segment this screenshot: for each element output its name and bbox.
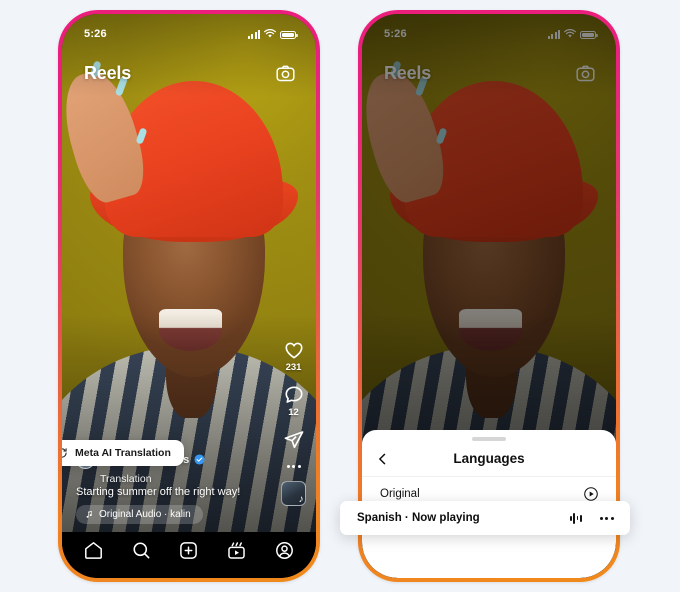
more-horizontal-icon[interactable]	[286, 465, 301, 468]
photo-face	[422, 169, 566, 377]
wifi-icon	[264, 29, 276, 38]
screenshot-stage: 5:26 Reels 231 12 ♪ Translation Starting…	[0, 0, 680, 592]
photo-hat-brim	[389, 179, 599, 242]
action-rail-left: 231 12 ♪	[281, 339, 306, 506]
home-icon	[85, 542, 103, 559]
status-bar-left: 5:26	[62, 14, 316, 48]
nav-home-button[interactable]	[83, 540, 104, 566]
reels-top-bar-right: Reels	[362, 58, 616, 88]
comment-button[interactable]: 12	[283, 384, 305, 418]
nav-search-button[interactable]	[131, 540, 152, 566]
status-indicators	[547, 29, 598, 39]
comment-count: 12	[288, 407, 299, 418]
plus-square-icon	[180, 542, 198, 559]
status-time: 5:26	[384, 28, 407, 40]
play-circle-icon[interactable]	[583, 486, 599, 502]
wifi-icon	[564, 29, 576, 38]
verified-badge-icon	[194, 454, 205, 465]
page-title: Reels	[384, 62, 432, 83]
cellular-bars-icon	[547, 30, 560, 39]
audio-label: Original Audio · kalin	[99, 509, 191, 520]
photo-hat-brim	[89, 179, 299, 242]
paper-plane-icon	[284, 431, 303, 449]
music-note-glyph: ♪	[298, 493, 304, 505]
camera-icon[interactable]	[575, 63, 596, 84]
audio-attribution-pill[interactable]: Original Audio · kalin	[76, 505, 203, 524]
photo-bucket-hat	[105, 81, 283, 237]
audio-equalizer-icon	[569, 512, 582, 524]
like-count: 231	[285, 362, 302, 373]
sheet-header: Languages	[362, 441, 616, 477]
battery-icon	[280, 30, 298, 39]
reels-top-bar-left: Reels	[62, 58, 316, 88]
profile-circle-icon	[275, 542, 293, 559]
photo-smile	[158, 309, 223, 351]
bottom-nav-left	[62, 532, 316, 578]
caption-text: Starting summer off the right way!	[76, 486, 241, 498]
translation-label: Translation	[100, 473, 152, 485]
chevron-left-icon	[379, 453, 386, 464]
music-note-icon	[86, 511, 92, 518]
photo-face	[122, 169, 266, 377]
sheet-title: Languages	[453, 451, 525, 466]
meta-ai-translation-tooltip[interactable]: Meta AI Translation	[62, 440, 184, 466]
photo-neck	[466, 314, 517, 419]
heart-icon	[284, 342, 303, 359]
language-row-spanish-selected[interactable]: Spanish · Now playing	[340, 501, 630, 535]
phone-right: 5:26 Reels Languages Original	[358, 10, 620, 582]
nav-reels-button[interactable]	[226, 540, 247, 566]
phone-right-screen: 5:26 Reels Languages Original	[362, 14, 616, 578]
page-title: Reels	[84, 62, 132, 83]
photo-nail	[135, 127, 148, 145]
photo-bucket-hat	[405, 81, 583, 237]
share-button[interactable]	[283, 429, 305, 451]
nav-profile-button[interactable]	[274, 540, 295, 566]
status-time: 5:26	[84, 28, 107, 40]
comment-bubble-icon	[284, 386, 303, 403]
phone-left: 5:26 Reels 231 12 ♪ Translation Starting…	[58, 10, 320, 582]
tooltip-label: Meta AI Translation	[75, 447, 171, 459]
back-button[interactable]	[375, 451, 390, 466]
search-icon	[133, 542, 150, 559]
photo-smile	[458, 309, 523, 351]
photo-neck	[166, 314, 217, 419]
language-row-actions	[569, 512, 614, 524]
photo-nail	[435, 127, 448, 145]
translation-refresh-icon	[62, 448, 67, 458]
cellular-bars-icon	[247, 30, 260, 39]
battery-icon	[580, 30, 598, 39]
more-horizontal-icon[interactable]	[599, 516, 614, 520]
audio-thumbnail-icon[interactable]: ♪	[281, 481, 306, 506]
reels-clapper-icon	[228, 542, 245, 559]
phone-left-screen: 5:26 Reels 231 12 ♪ Translation Starting…	[62, 14, 316, 578]
like-button[interactable]: 231	[283, 339, 305, 373]
language-label: Original	[380, 488, 420, 500]
status-bar-right: 5:26	[362, 14, 616, 48]
camera-icon[interactable]	[275, 63, 296, 84]
status-indicators	[247, 29, 298, 39]
language-label: Spanish · Now playing	[357, 512, 480, 524]
nav-create-button[interactable]	[178, 540, 199, 566]
